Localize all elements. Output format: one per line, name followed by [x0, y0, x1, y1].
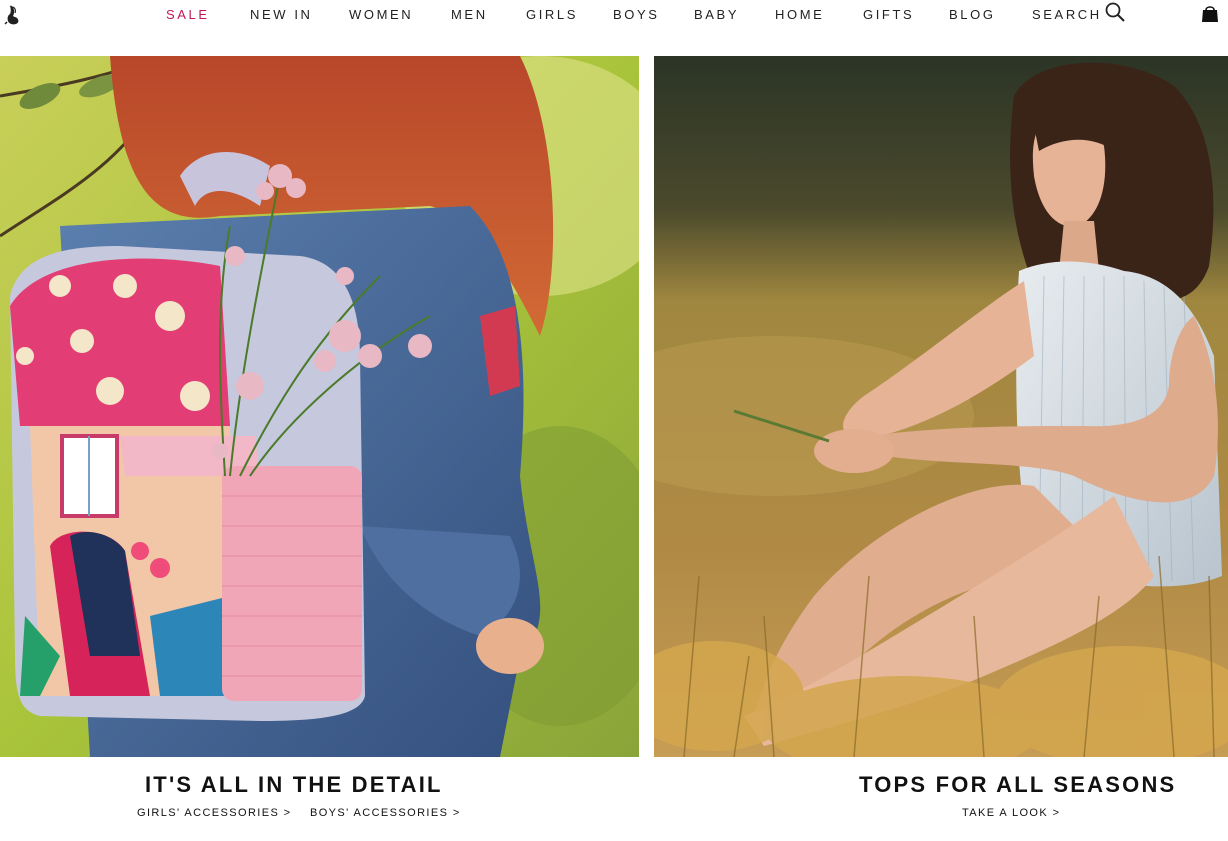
- main-nav: SALE NEW IN WOMEN MEN GIRLS BOYS BABY HO…: [0, 0, 1228, 30]
- nav-item-blog[interactable]: BLOG: [949, 7, 996, 22]
- promo-links-detail: GIRLS' ACCESSORIES > BOYS' ACCESSORIES >: [137, 807, 461, 819]
- shopping-bag-icon[interactable]: [1200, 3, 1220, 23]
- nav-item-girls[interactable]: GIRLS: [526, 7, 578, 22]
- link-boys-accessories[interactable]: BOYS' ACCESSORIES >: [310, 807, 461, 819]
- backpack-photo: [0, 56, 639, 757]
- nav-item-search[interactable]: SEARCH: [1032, 7, 1102, 22]
- promo-title-detail[interactable]: IT'S ALL IN THE DETAIL: [145, 772, 443, 798]
- nav-item-gifts[interactable]: GIFTS: [863, 7, 914, 22]
- nav-item-men[interactable]: MEN: [451, 7, 488, 22]
- nav-item-home[interactable]: HOME: [775, 7, 824, 22]
- site-header: SALE NEW IN WOMEN MEN GIRLS BOYS BABY HO…: [0, 0, 1228, 34]
- nav-item-new-in[interactable]: NEW IN: [250, 7, 313, 22]
- promo-image-backpack[interactable]: [0, 56, 639, 757]
- promo-links-tops: TAKE A LOOK >: [962, 807, 1060, 819]
- magnifier-icon[interactable]: [1104, 1, 1126, 23]
- promo-title-tops[interactable]: TOPS FOR ALL SEASONS: [859, 772, 1176, 798]
- nav-item-baby[interactable]: BABY: [694, 7, 739, 22]
- nav-item-sale[interactable]: SALE: [166, 7, 210, 22]
- woman-photo: [654, 56, 1228, 757]
- link-take-a-look[interactable]: TAKE A LOOK >: [962, 807, 1060, 819]
- nav-item-women[interactable]: WOMEN: [349, 7, 413, 22]
- link-girls-accessories[interactable]: GIRLS' ACCESSORIES >: [137, 807, 292, 819]
- nav-item-boys[interactable]: BOYS: [613, 7, 660, 22]
- promo-image-woman-in-field[interactable]: [654, 56, 1228, 757]
